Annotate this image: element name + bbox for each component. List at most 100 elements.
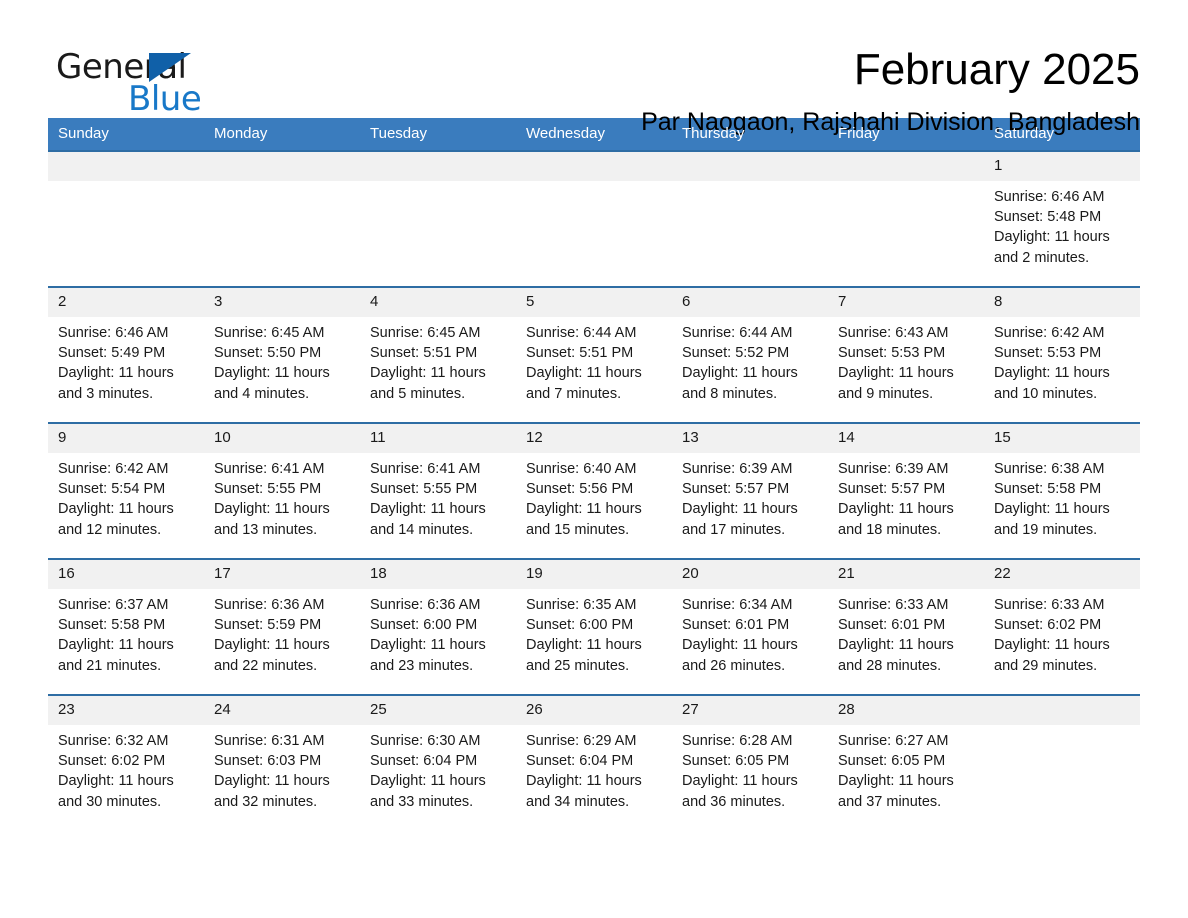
day-number: 20 <box>672 560 828 589</box>
calendar-day-cell[interactable]: 27 Sunrise: 6:28 AM Sunset: 6:05 PM Dayligh… <box>672 694 828 830</box>
day-number: 2 <box>48 288 204 317</box>
day-details: Sunrise: 6:36 AM Sunset: 5:59 PM Daylight:… <box>204 589 360 676</box>
daylight-text: Daylight: 11 hours and 32 minutes. <box>214 773 330 810</box>
calendar-day-cell[interactable]: 9 Sunrise: 6:42 AM Sunset: 5:54 PM Daylight… <box>48 422 204 559</box>
day-number: 6 <box>672 288 828 317</box>
calendar-day-cell[interactable]: 1 Sunrise: 6:46 AM Sunset: 5:48 PM Daylight… <box>984 150 1140 287</box>
calendar-day-cell[interactable]: 10 Sunrise: 6:41 AM Sunset: 5:55 PM Dayligh… <box>204 422 360 559</box>
day-details: Sunrise: 6:35 AM Sunset: 6:00 PM Daylight:… <box>516 589 672 676</box>
day-number: 13 <box>672 424 828 453</box>
calendar-day-cell[interactable]: 2 Sunrise: 6:46 AM Sunset: 5:49 PM Daylight… <box>48 286 204 423</box>
sunset-text: Sunset: 5:55 PM <box>370 481 478 498</box>
sunrise-text: Sunrise: 6:46 AM <box>58 325 169 341</box>
sunrise-text: Sunrise: 6:39 AM <box>838 461 949 477</box>
daylight-text: Daylight: 11 hours and 12 minutes. <box>58 501 174 538</box>
calendar-body: 1 Sunrise: 6:46 AM Sunset: 5:48 PM Daylight… <box>48 150 1140 830</box>
day-cell-inner: 27 Sunrise: 6:28 AM Sunset: 6:05 PM Dayligh… <box>672 696 828 830</box>
day-details: Sunrise: 6:33 AM Sunset: 6:02 PM Daylight:… <box>984 589 1140 676</box>
daylight-text: Daylight: 11 hours and 26 minutes. <box>682 637 798 674</box>
sunset-text: Sunset: 6:02 PM <box>994 617 1102 634</box>
day-number <box>984 696 1140 725</box>
sunrise-sunset-calendar: Sunday Monday Tuesday Wednesday Thursday… <box>48 118 1140 830</box>
calendar-day-cell-empty <box>828 150 984 287</box>
sunrise-text: Sunrise: 6:34 AM <box>682 597 793 613</box>
calendar-week-row: 1 Sunrise: 6:46 AM Sunset: 5:48 PM Daylight… <box>48 150 1140 287</box>
day-cell-inner: 20 Sunrise: 6:34 AM Sunset: 6:01 PM Dayligh… <box>672 560 828 694</box>
day-details: Sunrise: 6:42 AM Sunset: 5:53 PM Daylight:… <box>984 317 1140 404</box>
day-details: Sunrise: 6:42 AM Sunset: 5:54 PM Daylight:… <box>48 453 204 540</box>
day-number: 25 <box>360 696 516 725</box>
sunset-text: Sunset: 6:04 PM <box>526 753 634 770</box>
calendar-day-cell[interactable]: 11 Sunrise: 6:41 AM Sunset: 5:55 PM Dayligh… <box>360 422 516 559</box>
day-cell-inner: 2 Sunrise: 6:46 AM Sunset: 5:49 PM Daylight… <box>48 288 204 422</box>
sunset-text: Sunset: 6:00 PM <box>526 617 634 634</box>
calendar-day-cell[interactable]: 20 Sunrise: 6:34 AM Sunset: 6:01 PM Dayligh… <box>672 558 828 695</box>
general-blue-logo[interactable]: General Blue <box>48 44 248 116</box>
calendar-day-cell[interactable]: 17 Sunrise: 6:36 AM Sunset: 5:59 PM Dayligh… <box>204 558 360 695</box>
day-details: Sunrise: 6:39 AM Sunset: 5:57 PM Daylight:… <box>672 453 828 540</box>
calendar-day-cell[interactable]: 12 Sunrise: 6:40 AM Sunset: 5:56 PM Dayligh… <box>516 422 672 559</box>
sunset-text: Sunset: 6:05 PM <box>838 753 946 770</box>
day-number: 8 <box>984 288 1140 317</box>
day-number: 17 <box>204 560 360 589</box>
calendar-day-cell[interactable]: 13 Sunrise: 6:39 AM Sunset: 5:57 PM Dayligh… <box>672 422 828 559</box>
calendar-day-cell-empty <box>516 150 672 287</box>
day-number: 21 <box>828 560 984 589</box>
day-number: 26 <box>516 696 672 725</box>
daylight-text: Daylight: 11 hours and 22 minutes. <box>214 637 330 674</box>
calendar-day-cell[interactable]: 21 Sunrise: 6:33 AM Sunset: 6:01 PM Dayligh… <box>828 558 984 695</box>
daylight-text: Daylight: 11 hours and 29 minutes. <box>994 637 1110 674</box>
calendar-day-cell[interactable]: 7 Sunrise: 6:43 AM Sunset: 5:53 PM Daylight… <box>828 286 984 423</box>
calendar-day-cell[interactable]: 4 Sunrise: 6:45 AM Sunset: 5:51 PM Daylight… <box>360 286 516 423</box>
calendar-day-cell[interactable]: 22 Sunrise: 6:33 AM Sunset: 6:02 PM Dayligh… <box>984 558 1140 695</box>
daylight-text: Daylight: 11 hours and 30 minutes. <box>58 773 174 810</box>
day-cell-inner <box>360 152 516 286</box>
sunrise-text: Sunrise: 6:40 AM <box>526 461 637 477</box>
calendar-day-cell[interactable]: 16 Sunrise: 6:37 AM Sunset: 5:58 PM Dayligh… <box>48 558 204 695</box>
calendar-day-cell[interactable]: 3 Sunrise: 6:45 AM Sunset: 5:50 PM Daylight… <box>204 286 360 423</box>
calendar-day-cell[interactable]: 15 Sunrise: 6:38 AM Sunset: 5:58 PM Dayligh… <box>984 422 1140 559</box>
day-cell-inner: 15 Sunrise: 6:38 AM Sunset: 5:58 PM Dayligh… <box>984 424 1140 558</box>
daylight-text: Daylight: 11 hours and 21 minutes. <box>58 637 174 674</box>
calendar-day-cell[interactable]: 6 Sunrise: 6:44 AM Sunset: 5:52 PM Daylight… <box>672 286 828 423</box>
daylight-text: Daylight: 11 hours and 34 minutes. <box>526 773 642 810</box>
calendar-day-cell-empty <box>360 150 516 287</box>
sunset-text: Sunset: 6:03 PM <box>214 753 322 770</box>
calendar-day-cell[interactable]: 26 Sunrise: 6:29 AM Sunset: 6:04 PM Dayligh… <box>516 694 672 830</box>
daylight-text: Daylight: 11 hours and 23 minutes. <box>370 637 486 674</box>
day-number <box>516 152 672 181</box>
day-details: Sunrise: 6:41 AM Sunset: 5:55 PM Daylight:… <box>204 453 360 540</box>
calendar-day-cell[interactable]: 14 Sunrise: 6:39 AM Sunset: 5:57 PM Dayligh… <box>828 422 984 559</box>
daylight-text: Daylight: 11 hours and 33 minutes. <box>370 773 486 810</box>
calendar-day-cell[interactable]: 19 Sunrise: 6:35 AM Sunset: 6:00 PM Dayligh… <box>516 558 672 695</box>
day-number <box>48 152 204 181</box>
day-details: Sunrise: 6:44 AM Sunset: 5:52 PM Daylight:… <box>672 317 828 404</box>
daylight-text: Daylight: 11 hours and 7 minutes. <box>526 365 642 402</box>
day-number: 19 <box>516 560 672 589</box>
daylight-text: Daylight: 11 hours and 14 minutes. <box>370 501 486 538</box>
day-number <box>672 152 828 181</box>
sunrise-text: Sunrise: 6:45 AM <box>214 325 325 341</box>
calendar-day-cell[interactable]: 8 Sunrise: 6:42 AM Sunset: 5:53 PM Daylight… <box>984 286 1140 423</box>
day-details: Sunrise: 6:28 AM Sunset: 6:05 PM Daylight:… <box>672 725 828 812</box>
sunrise-text: Sunrise: 6:33 AM <box>838 597 949 613</box>
day-cell-inner <box>828 152 984 286</box>
sunrise-text: Sunrise: 6:41 AM <box>370 461 481 477</box>
sunrise-text: Sunrise: 6:46 AM <box>994 189 1105 205</box>
day-cell-inner: 12 Sunrise: 6:40 AM Sunset: 5:56 PM Dayligh… <box>516 424 672 558</box>
day-cell-inner: 4 Sunrise: 6:45 AM Sunset: 5:51 PM Daylight… <box>360 288 516 422</box>
calendar-day-cell[interactable]: 18 Sunrise: 6:36 AM Sunset: 6:00 PM Dayligh… <box>360 558 516 695</box>
calendar-day-cell[interactable]: 5 Sunrise: 6:44 AM Sunset: 5:51 PM Daylight… <box>516 286 672 423</box>
calendar-day-cell[interactable]: 23 Sunrise: 6:32 AM Sunset: 6:02 PM Dayligh… <box>48 694 204 830</box>
sunset-text: Sunset: 5:55 PM <box>214 481 322 498</box>
calendar-day-cell[interactable]: 24 Sunrise: 6:31 AM Sunset: 6:03 PM Dayligh… <box>204 694 360 830</box>
sunset-text: Sunset: 5:50 PM <box>214 345 322 362</box>
sunset-text: Sunset: 5:52 PM <box>682 345 790 362</box>
calendar-day-cell[interactable]: 25 Sunrise: 6:30 AM Sunset: 6:04 PM Dayligh… <box>360 694 516 830</box>
day-details: Sunrise: 6:46 AM Sunset: 5:49 PM Daylight:… <box>48 317 204 404</box>
daylight-text: Daylight: 11 hours and 25 minutes. <box>526 637 642 674</box>
day-cell-inner: 28 Sunrise: 6:27 AM Sunset: 6:05 PM Dayligh… <box>828 696 984 830</box>
day-cell-inner: 22 Sunrise: 6:33 AM Sunset: 6:02 PM Dayligh… <box>984 560 1140 694</box>
calendar-day-cell[interactable]: 28 Sunrise: 6:27 AM Sunset: 6:05 PM Dayligh… <box>828 694 984 830</box>
day-number: 7 <box>828 288 984 317</box>
